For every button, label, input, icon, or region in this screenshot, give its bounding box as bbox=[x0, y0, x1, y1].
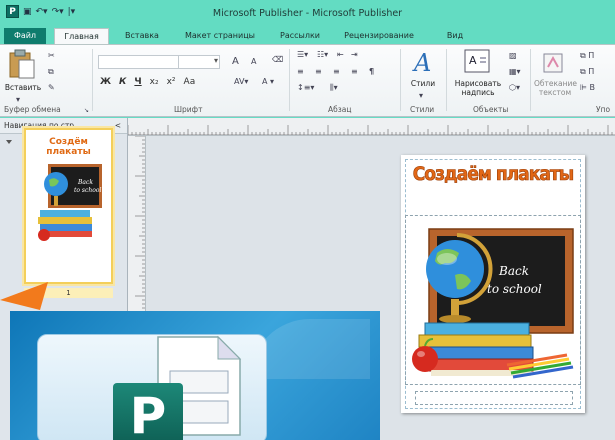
dropdown-arrow-icon[interactable]: ▾ bbox=[16, 95, 20, 104]
change-case-button[interactable]: Aa bbox=[184, 77, 196, 87]
clipboard-group-label: Буфер обмена bbox=[4, 105, 61, 114]
tab-insert[interactable]: Вставка bbox=[117, 28, 167, 44]
publisher-app-icon: P bbox=[37, 334, 267, 440]
character-spacing-icon[interactable]: AV▾ bbox=[234, 77, 248, 86]
justify-icon[interactable]: ≡ bbox=[351, 67, 358, 76]
outdent-icon[interactable]: ⇥ bbox=[351, 50, 358, 59]
publisher-p-letter: P bbox=[113, 383, 183, 440]
styles-icon[interactable]: A bbox=[412, 49, 434, 75]
window-title: Microsoft Publisher - Microsoft Publishe… bbox=[212, 8, 403, 19]
cut-icon[interactable]: ✂ bbox=[48, 51, 55, 60]
group-separator bbox=[400, 49, 401, 111]
group-separator bbox=[289, 49, 290, 111]
paragraph-marks-icon[interactable]: ¶ bbox=[369, 67, 374, 76]
copy-icon[interactable]: ⧉ bbox=[48, 67, 54, 77]
empty-text-frame[interactable] bbox=[415, 391, 573, 405]
board-text-back: Back bbox=[498, 264, 529, 278]
styles-button-label[interactable]: Стили bbox=[404, 79, 442, 88]
svg-text:Back: Back bbox=[77, 179, 93, 186]
svg-text:A: A bbox=[469, 54, 477, 67]
clear-formatting-icon[interactable]: ⌫ bbox=[272, 55, 283, 64]
objects-group-label: Объекты bbox=[473, 105, 509, 114]
dialog-launcher-icon[interactable]: ↘ bbox=[84, 107, 89, 114]
arrange-group-label: Упо bbox=[596, 105, 611, 114]
align-center-icon[interactable]: ≡ bbox=[315, 67, 322, 76]
expand-triangle-icon[interactable] bbox=[6, 140, 12, 144]
bullets-icon[interactable]: ☰▾ bbox=[297, 50, 308, 59]
font-color-icon[interactable]: A ▾ bbox=[262, 77, 274, 86]
thumbnail-illustration: Back to school bbox=[38, 164, 102, 241]
tab-mailings[interactable]: Рассылки bbox=[273, 28, 327, 44]
draw-textbox-label[interactable]: Нарисовать надпись bbox=[449, 79, 507, 97]
publisher-logo-overlay: P bbox=[10, 311, 380, 440]
paste-icon[interactable] bbox=[7, 49, 37, 81]
align-right-icon[interactable]: ≡ bbox=[333, 67, 340, 76]
group-separator bbox=[530, 49, 531, 111]
page-thumbnail[interactable]: Создём плакаты Back to school bbox=[24, 128, 113, 284]
indent-icon[interactable]: ⇤ bbox=[337, 50, 344, 59]
ribbon-tabs: Файл Главная Вставка Макет страницы Расс… bbox=[0, 28, 615, 44]
format-buttons: Ж К Ч x₂ x² Aa bbox=[100, 77, 195, 87]
decorative-sheen bbox=[250, 319, 370, 379]
svg-text:A: A bbox=[412, 49, 431, 75]
ribbon: Вставить ▾ ✂ ⧉ ✎ Буфер обмена ↘ ▾ A A ⌫ … bbox=[0, 44, 615, 117]
bold-button[interactable]: Ж bbox=[100, 77, 111, 87]
shrink-font-icon[interactable]: A bbox=[251, 57, 256, 66]
styles-group-label: Стили bbox=[410, 105, 435, 114]
tab-home[interactable]: Главная bbox=[54, 28, 109, 44]
underline-button[interactable]: Ч bbox=[134, 77, 141, 87]
paste-button-label[interactable]: Вставить bbox=[2, 83, 44, 92]
chevron-down-icon: ▾ bbox=[213, 56, 218, 65]
collapse-pane-icon[interactable]: < bbox=[115, 118, 121, 134]
draw-textbox-icon[interactable]: A bbox=[464, 49, 490, 75]
table-icon[interactable]: ▦▾ bbox=[509, 67, 521, 76]
wrap-text-icon[interactable] bbox=[543, 53, 563, 73]
align-left-icon[interactable]: ≡ bbox=[297, 67, 304, 76]
picture-icon[interactable]: ▨ bbox=[509, 51, 517, 60]
tab-page-design[interactable]: Макет страницы bbox=[178, 28, 262, 44]
title-bar: P ▣ ↶▾ ↷▾ |▾ Microsoft Publisher - Micro… bbox=[0, 0, 615, 28]
ruler-ticks bbox=[128, 125, 615, 135]
send-backward-icon[interactable]: ⧉ П bbox=[580, 67, 594, 77]
shapes-icon[interactable]: ⬡▾ bbox=[509, 83, 520, 92]
tab-view[interactable]: Вид bbox=[440, 28, 470, 44]
poster-title[interactable]: Создаём плакаты bbox=[401, 163, 585, 186]
numbering-icon[interactable]: ☷▾ bbox=[317, 50, 328, 59]
columns-icon[interactable]: ⫼▾ bbox=[330, 83, 338, 93]
wrap-text-label[interactable]: Обтекание текстом bbox=[534, 79, 577, 97]
subscript-button[interactable]: x₂ bbox=[150, 77, 159, 87]
dropdown-arrow-icon[interactable]: ▾ bbox=[419, 91, 423, 100]
back-to-school-illustration[interactable]: Back to school bbox=[407, 223, 581, 385]
bring-forward-icon[interactable]: ⧉ П bbox=[580, 51, 594, 61]
group-separator bbox=[92, 49, 93, 111]
svg-text:to school: to school bbox=[74, 187, 101, 194]
thumbnail-title: Создём плакаты bbox=[46, 137, 91, 157]
italic-button[interactable]: К bbox=[119, 77, 126, 87]
tab-file[interactable]: Файл bbox=[4, 28, 46, 44]
paragraph-group-label: Абзац bbox=[328, 105, 352, 114]
poster-page[interactable]: Создаём плакаты Back to school bbox=[401, 155, 585, 413]
line-spacing-icon[interactable]: ↕≡▾ bbox=[297, 83, 314, 92]
horizontal-ruler bbox=[128, 118, 615, 136]
superscript-button[interactable]: x² bbox=[167, 77, 176, 87]
font-group-label: Шрифт bbox=[174, 105, 203, 114]
align-objects-icon[interactable]: ⊫ В bbox=[580, 83, 595, 92]
format-painter-icon[interactable]: ✎ bbox=[48, 83, 55, 92]
grow-font-icon[interactable]: A bbox=[232, 56, 239, 67]
font-size-combo[interactable]: ▾ bbox=[178, 55, 221, 69]
group-separator bbox=[446, 49, 447, 111]
tab-review[interactable]: Рецензирование bbox=[336, 28, 422, 44]
board-text-school: to school bbox=[487, 282, 542, 296]
